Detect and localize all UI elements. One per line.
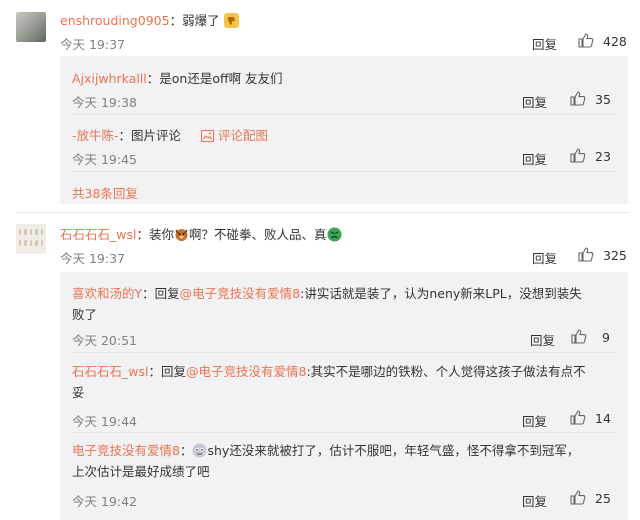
comment-1-colon: ： bbox=[169, 13, 183, 28]
reply-3-text-block: 喜欢和汤的Y：回复@电子竞技没有爱情8:讲实话就是装了，认为neny新来LPL，… bbox=[72, 283, 612, 325]
reply-5-line1: shy还没来就被打了，估计不服吧，年轻气盛，怪不得拿不到冠军， bbox=[207, 443, 580, 458]
reply-5-username[interactable]: 电子竞技没有爱情8 bbox=[72, 443, 180, 458]
mention-link[interactable]: @电子竞技没有爱情8 bbox=[186, 364, 306, 379]
thumbs-down-emoji-icon bbox=[223, 13, 239, 28]
reply-2-line: -放牛陈-：图片评论 评论配图 bbox=[72, 125, 268, 145]
reply-button[interactable]: 回复 bbox=[522, 411, 547, 430]
reply-1-line: Ajxijwhrkalll：是on还是off啊 友友们 bbox=[72, 68, 283, 87]
reply-3-username[interactable]: 喜欢和汤的Y bbox=[72, 286, 142, 301]
reply-1-username[interactable]: Ajxijwhrkalll bbox=[72, 71, 147, 86]
comment-2-line: 石石石石_wsl：装你 啊？不碰拳、败人品、真 bbox=[60, 224, 342, 243]
like-count: 325 bbox=[603, 248, 627, 263]
reply-3-line1: :讲实话就是装了，认为neny新来LPL，没想到装失 bbox=[300, 286, 582, 301]
reply-4-text-block: 石石石石_wsl：回复@电子竞技没有爱情8:其实不是哪边的铁粉、个人觉得这孩子做… bbox=[72, 361, 612, 403]
divider bbox=[60, 432, 628, 433]
reply-1-time: 今天 19:38 bbox=[72, 95, 137, 110]
avatar[interactable] bbox=[16, 224, 46, 254]
comment-1-text: 弱爆了 bbox=[182, 13, 220, 28]
reply-3-time: 今天 20:51 bbox=[72, 333, 137, 348]
thumbs-up-icon[interactable] bbox=[570, 490, 586, 505]
avatar[interactable] bbox=[16, 12, 46, 42]
reply-1-text: ：是on还是off啊 友友们 bbox=[146, 71, 283, 86]
comment-2-time: 今天 19:37 bbox=[60, 251, 125, 266]
comment-1-line: enshrouding0905：弱爆了 bbox=[60, 10, 239, 29]
reply-5-text-block: 电子竞技没有爱情8： shy还没来就被打了，估计不服吧，年轻气盛，怪不得拿不到冠… bbox=[72, 440, 628, 482]
mention-link[interactable]: @电子竞技没有爱情8 bbox=[180, 286, 300, 301]
reply-2-username[interactable]: -放牛陈- bbox=[72, 128, 119, 143]
face-emoji-icon bbox=[192, 443, 207, 458]
reply-2-text: ：图片评论 bbox=[118, 128, 182, 143]
reply-5-time: 今天 19:42 bbox=[72, 494, 137, 509]
comment-1-username[interactable]: enshrouding0905 bbox=[60, 13, 170, 28]
divider bbox=[60, 352, 628, 353]
divider bbox=[60, 171, 628, 172]
thumbs-up-icon[interactable] bbox=[570, 91, 586, 106]
angry-face-emoji-icon bbox=[327, 227, 342, 242]
reply-5-colon: ： bbox=[179, 443, 193, 458]
image-comment-link[interactable]: 评论配图 bbox=[201, 128, 268, 143]
reply-button[interactable]: 回复 bbox=[522, 92, 547, 111]
reply-4-time: 今天 19:44 bbox=[72, 414, 137, 429]
like-count: 25 bbox=[595, 491, 611, 506]
thumbs-up-icon[interactable] bbox=[578, 247, 594, 262]
like-count: 35 bbox=[595, 92, 611, 107]
reply-button[interactable]: 回复 bbox=[532, 34, 557, 53]
reply-4-line2: 妥 bbox=[72, 385, 85, 400]
thumbs-up-icon[interactable] bbox=[570, 410, 586, 425]
thumbs-up-icon[interactable] bbox=[570, 148, 586, 163]
like-count: 428 bbox=[603, 34, 627, 49]
reply-2-time: 今天 19:45 bbox=[72, 152, 137, 167]
comment-2-text-before: 装你 bbox=[148, 227, 174, 242]
reply-3-prefix: ：回复 bbox=[142, 286, 180, 301]
reply-button[interactable]: 回复 bbox=[532, 248, 557, 267]
comment-2-colon: ： bbox=[136, 227, 149, 242]
like-count: 14 bbox=[595, 411, 611, 426]
reply-4-line1: :其实不是哪边的铁粉、个人觉得这孩子做法有点不 bbox=[306, 364, 586, 379]
reply-4-username[interactable]: 石石石石_wsl bbox=[72, 364, 148, 379]
comment-divider bbox=[16, 212, 628, 213]
reply-3-line2: 败了 bbox=[72, 307, 98, 322]
reply-4-prefix: ：回复 bbox=[148, 364, 186, 379]
like-count: 23 bbox=[595, 149, 611, 164]
thumbs-up-icon[interactable] bbox=[578, 33, 594, 48]
more-replies-link[interactable]: 共38条回复 bbox=[72, 183, 138, 202]
reply-5-line2: 上次估计是最好成绩了吧 bbox=[72, 464, 210, 479]
reply-button[interactable]: 回复 bbox=[522, 491, 547, 510]
thumbs-up-icon[interactable] bbox=[571, 329, 587, 344]
reply-button[interactable]: 回复 bbox=[522, 149, 547, 168]
dog-emoji-icon bbox=[174, 227, 189, 242]
divider bbox=[60, 114, 628, 115]
comment-1-time: 今天 19:37 bbox=[60, 37, 125, 52]
comment-2-username[interactable]: 石石石石_wsl bbox=[60, 227, 136, 242]
image-link-text: 评论配图 bbox=[218, 128, 269, 143]
image-icon bbox=[201, 130, 215, 145]
reply-button[interactable]: 回复 bbox=[530, 330, 555, 349]
like-count: 9 bbox=[602, 330, 610, 345]
comment-2-text-after: 啊？不碰拳、败人品、真 bbox=[189, 227, 327, 242]
